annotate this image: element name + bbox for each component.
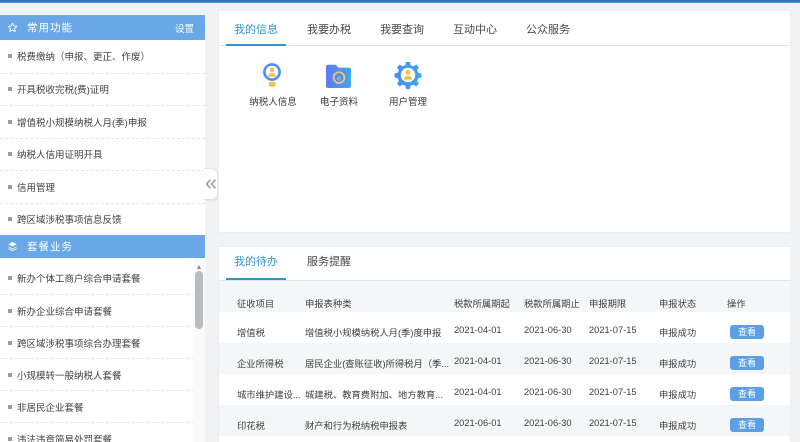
svg-text:e: e	[337, 73, 341, 82]
